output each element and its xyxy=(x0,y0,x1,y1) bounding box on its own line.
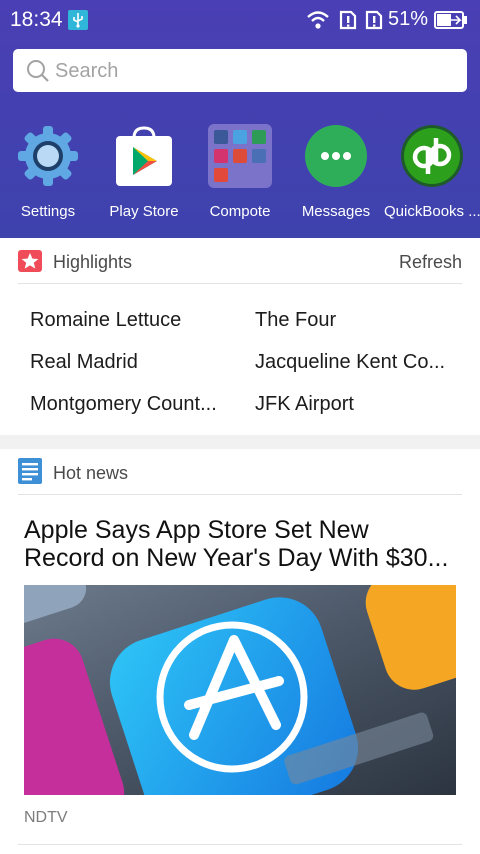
status-time: 18:34 xyxy=(10,8,63,31)
sim2-no-signal-icon xyxy=(365,10,383,30)
search-bar[interactable]: Search xyxy=(13,49,467,92)
highlights-title: Highlights xyxy=(53,252,133,272)
home-header: 18:34 51% Search Settings Play Store Com… xyxy=(0,0,480,238)
quickbooks-icon xyxy=(401,125,463,187)
news-headline[interactable]: Apple Says App Store Set New Record on N… xyxy=(24,516,460,572)
highlight-item[interactable]: Romaine Lettuce xyxy=(30,309,240,332)
highlight-item[interactable]: Jacqueline Kent Co... xyxy=(255,351,465,374)
app-label: QuickBooks ... xyxy=(384,203,480,220)
highlights-card: Highlights Refresh Romaine Lettuce The F… xyxy=(0,238,480,435)
section-divider xyxy=(0,435,480,449)
news-source: NDTV xyxy=(24,809,68,826)
battery-percent: 51% xyxy=(388,8,429,30)
divider xyxy=(18,844,462,845)
highlights-header: Highlights Refresh xyxy=(18,238,462,284)
status-bar: 18:34 51% xyxy=(0,0,480,40)
headline-line-2: Record on New Year's Day With $30... xyxy=(24,544,449,572)
app-settings[interactable]: Settings xyxy=(0,120,96,230)
app-quickbooks[interactable]: QuickBooks ... xyxy=(384,120,480,230)
app-store-photo xyxy=(24,585,456,795)
settings-gear-icon xyxy=(18,126,78,186)
hot-news-header: Hot news xyxy=(18,449,462,495)
play-store-icon xyxy=(116,126,172,186)
search-icon xyxy=(27,60,49,82)
usb-icon xyxy=(68,10,88,30)
headline-line-1: Apple Says App Store Set New xyxy=(24,516,369,544)
app-label: Messages xyxy=(301,203,371,220)
app-label: Play Store xyxy=(109,203,179,220)
highlight-item[interactable]: JFK Airport xyxy=(255,393,465,416)
app-play-store[interactable]: Play Store xyxy=(96,120,192,230)
highlight-item[interactable]: The Four xyxy=(255,309,465,332)
star-icon xyxy=(18,250,42,272)
app-folder-icon xyxy=(208,124,272,188)
app-folder-compote[interactable]: Compote xyxy=(192,120,288,230)
refresh-button[interactable]: Refresh xyxy=(399,252,462,273)
highlight-item[interactable]: Real Madrid xyxy=(30,351,240,374)
hot-news-title: Hot news xyxy=(53,463,129,483)
news-icon xyxy=(18,458,42,484)
wifi-icon xyxy=(307,11,329,29)
messages-icon xyxy=(305,125,367,187)
app-label: Settings xyxy=(20,203,76,220)
battery-charging-icon xyxy=(434,11,467,29)
app-shortcuts: Settings Play Store Compote Messages Qui… xyxy=(0,120,480,230)
news-image[interactable] xyxy=(24,585,456,795)
highlight-item[interactable]: Montgomery Count... xyxy=(30,393,240,416)
sim1-no-signal-icon xyxy=(339,10,357,30)
search-placeholder: Search xyxy=(55,60,119,82)
app-messages[interactable]: Messages xyxy=(288,120,384,230)
app-label: Compote xyxy=(209,203,271,220)
